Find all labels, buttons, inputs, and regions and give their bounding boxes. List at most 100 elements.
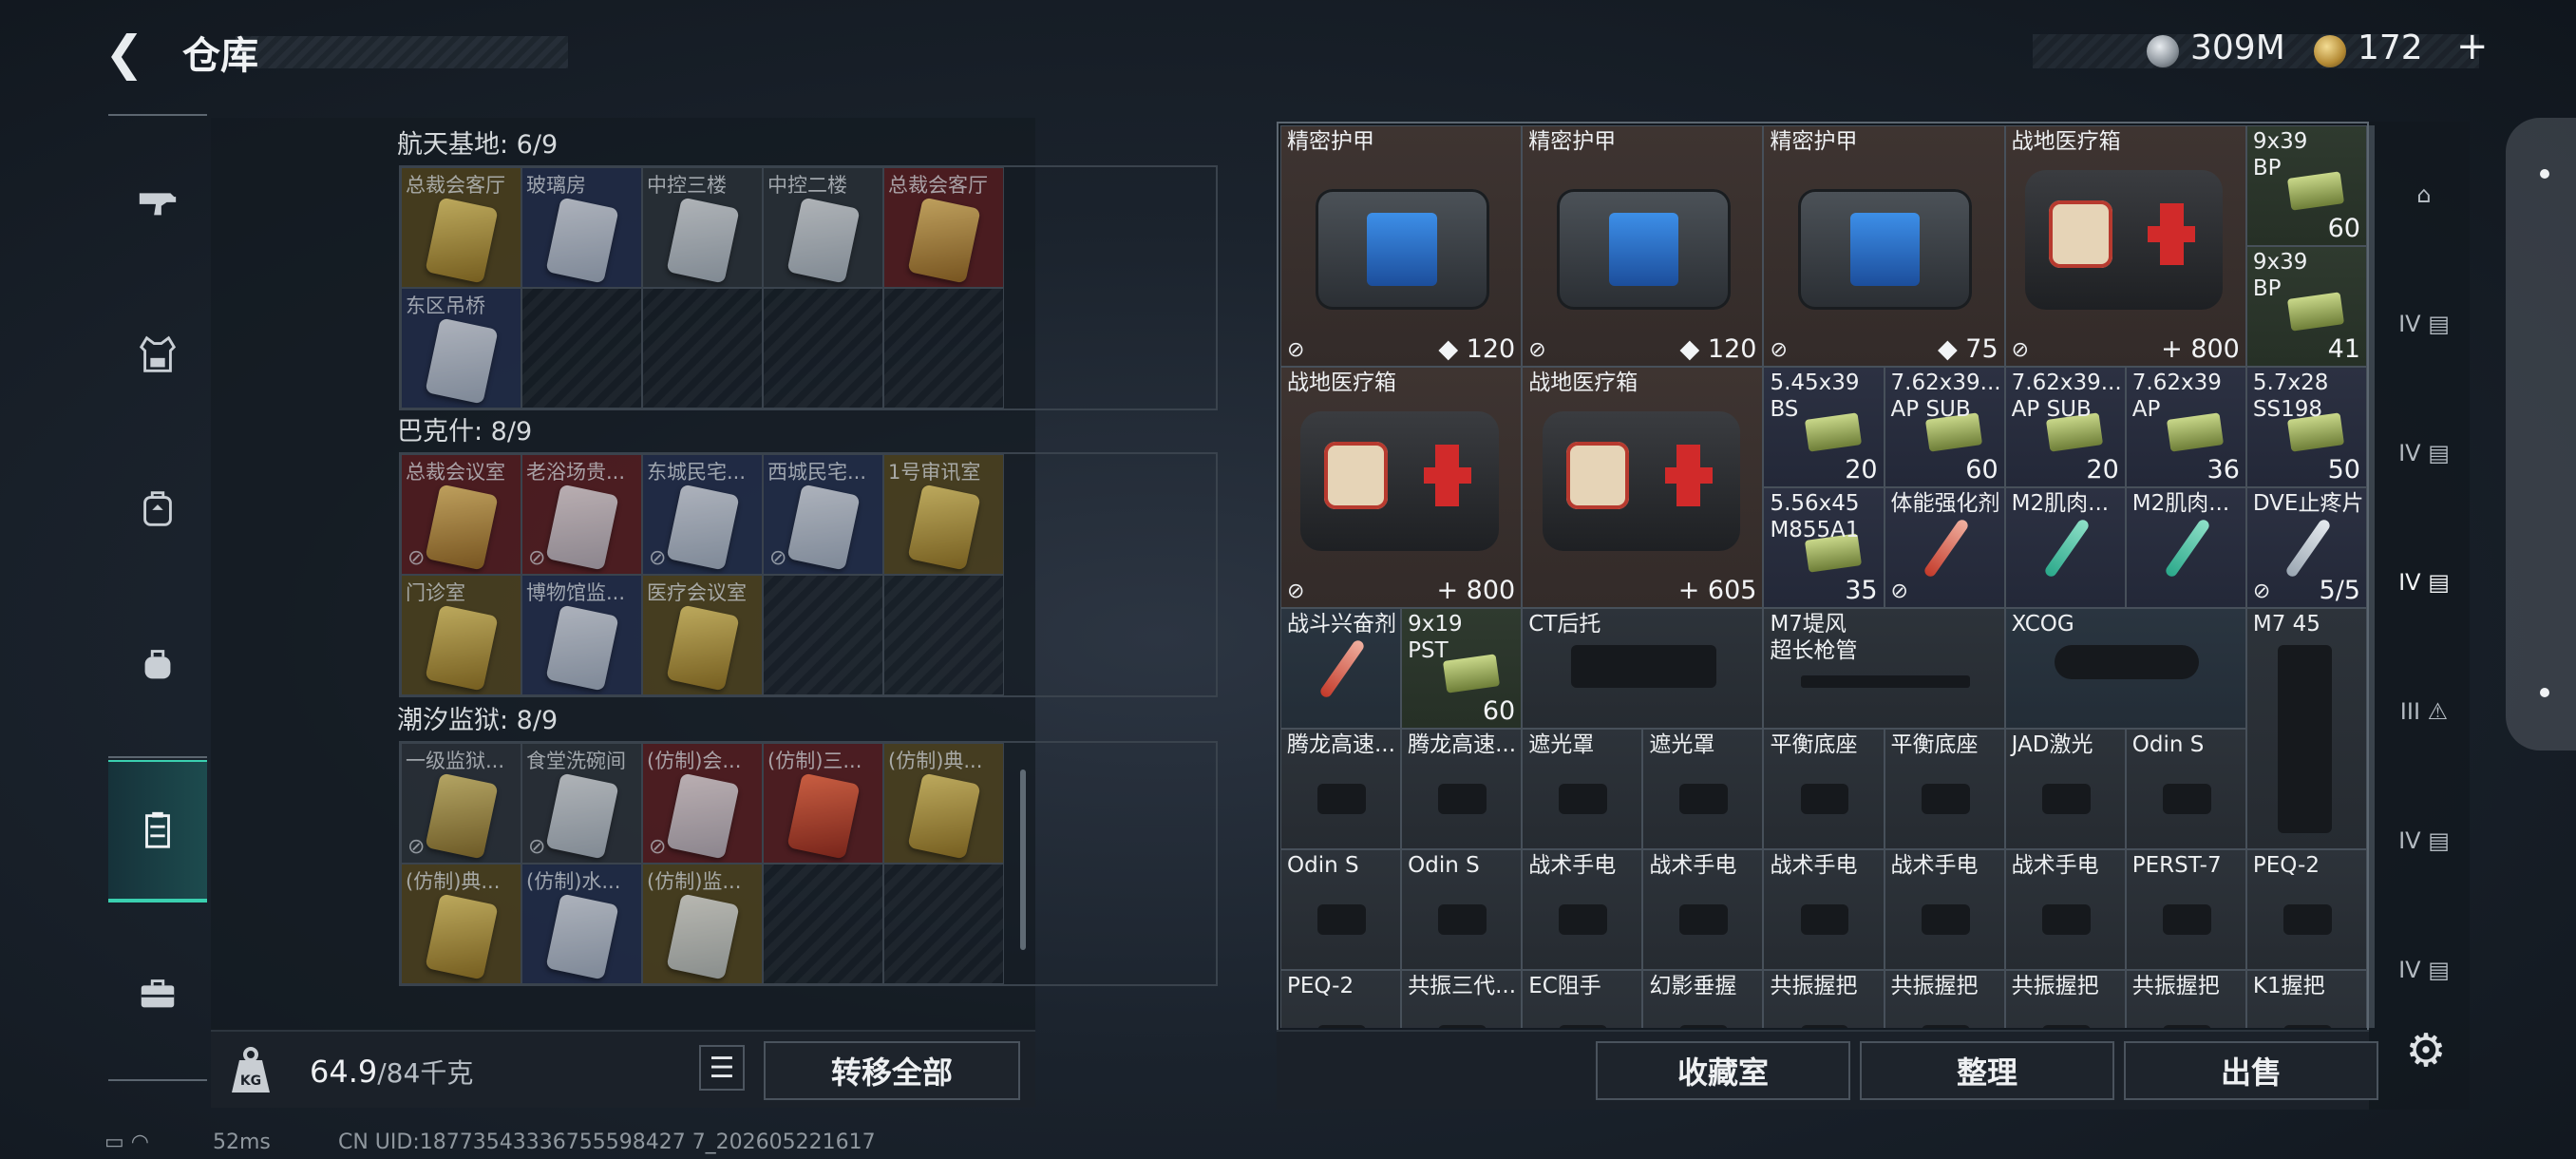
- key-card[interactable]: (仿制)典...: [883, 743, 1004, 864]
- storage-tab[interactable]: ⌂: [2382, 142, 2466, 247]
- settings-button[interactable]: ⚙: [2399, 1024, 2453, 1077]
- sort-button[interactable]: 整理: [1860, 1041, 2114, 1100]
- item-slot[interactable]: 战术手电: [1642, 849, 1764, 970]
- item-slot[interactable]: M2肌肉...: [2125, 487, 2246, 608]
- storage-tab[interactable]: IV ▤: [2382, 788, 2466, 893]
- nav-tools[interactable]: [108, 922, 207, 1064]
- item-slot[interactable]: Odin S: [2125, 729, 2246, 849]
- injector-icon: [2043, 517, 2092, 580]
- item-slot[interactable]: 战术手电: [2004, 849, 2126, 970]
- key-card[interactable]: (仿制)水...: [521, 864, 642, 984]
- item-slot[interactable]: 5.7x28 SS198 50: [2245, 367, 2367, 487]
- key-card[interactable]: 中控二楼: [763, 167, 883, 288]
- item-slot[interactable]: 精密护甲 ◆ 120 ⊘: [1280, 125, 1523, 367]
- item-slot[interactable]: M7 45: [2245, 608, 2367, 849]
- key-card[interactable]: 玻璃房: [521, 167, 642, 288]
- key-card[interactable]: 博物馆监...: [521, 575, 642, 695]
- item-slot[interactable]: 战地医疗箱 + 605: [1522, 367, 1764, 608]
- item-slot[interactable]: K1握把: [2245, 970, 2367, 1028]
- transfer-all-button[interactable]: 转移全部: [764, 1041, 1020, 1100]
- nav-weapons[interactable]: [108, 129, 207, 272]
- key-card[interactable]: (仿制)三...: [763, 743, 883, 864]
- item-slot[interactable]: 共振握把: [1763, 970, 1885, 1028]
- item-slot[interactable]: M7堤风 超长枪管: [1763, 608, 2005, 729]
- list-view-button[interactable]: ☰: [699, 1045, 745, 1091]
- key-card[interactable]: 总裁会客厅: [401, 167, 521, 288]
- item-slot[interactable]: 7.62x39... AP SUB 60: [1884, 367, 2005, 487]
- add-currency-button[interactable]: +: [2456, 25, 2489, 68]
- item-slot[interactable]: 5.45x39 BS 20: [1763, 367, 1885, 487]
- item-slot[interactable]: XCOG: [2004, 608, 2246, 729]
- key-card[interactable]: 食堂洗碗间 ⊘: [521, 743, 642, 864]
- key-card[interactable]: 门诊室: [401, 575, 521, 695]
- item-slot[interactable]: 幻影垂握: [1642, 970, 1764, 1028]
- item-slot[interactable]: 共振握把: [2004, 970, 2126, 1028]
- item-slot[interactable]: 战地医疗箱 + 800 ⊘: [2004, 125, 2246, 367]
- item-slot[interactable]: 7.62x39 AP 36: [2125, 367, 2246, 487]
- item-slot[interactable]: DVE止疼片 5/5 ⊘: [2245, 487, 2367, 608]
- item-slot[interactable]: 战斗兴奋剂: [1280, 608, 1402, 729]
- item-slot[interactable]: 遮光罩: [1522, 729, 1643, 849]
- item-quantity: 50: [2327, 455, 2360, 484]
- key-card[interactable]: 东城民宅... ⊘: [642, 454, 763, 575]
- collection-room-button[interactable]: 收藏室: [1596, 1041, 1850, 1100]
- item-slot[interactable]: 平衡底座: [1884, 729, 2005, 849]
- item-slot[interactable]: 9x19 PST 60: [1401, 608, 1523, 729]
- item-slot[interactable]: 战术手电: [1522, 849, 1643, 970]
- back-button[interactable]: ❮: [104, 27, 161, 80]
- key-card[interactable]: 一级监狱... ⊘: [401, 743, 521, 864]
- side-handle[interactable]: [2506, 118, 2576, 750]
- safe-box-icon: IV ▤: [2398, 311, 2450, 337]
- storage-tab[interactable]: IV ▤: [2382, 272, 2466, 376]
- item-slot[interactable]: PERST-7: [2125, 849, 2246, 970]
- key-card[interactable]: (仿制)典...: [401, 864, 521, 984]
- item-slot[interactable]: JAD激光: [2004, 729, 2126, 849]
- item-slot[interactable]: 体能强化剂 ⊘: [1884, 487, 2005, 608]
- nav-armor[interactable]: [108, 283, 207, 426]
- item-slot[interactable]: 9x39 BP 41: [2245, 246, 2367, 367]
- item-slot[interactable]: 平衡底座: [1763, 729, 1885, 849]
- item-slot[interactable]: 战术手电: [1884, 849, 2005, 970]
- item-slot[interactable]: 9x39 BP 60: [2245, 125, 2367, 246]
- nav-storage[interactable]: [108, 760, 207, 902]
- item-slot[interactable]: 战术手电: [1763, 849, 1885, 970]
- item-slot[interactable]: CT后托: [1522, 608, 1764, 729]
- left-scrollbar[interactable]: [1020, 770, 1026, 950]
- item-slot[interactable]: 共振握把: [2125, 970, 2246, 1028]
- item-slot[interactable]: 精密护甲 ◆ 120 ⊘: [1522, 125, 1764, 367]
- key-card[interactable]: 西城民宅... ⊘: [763, 454, 883, 575]
- item-slot[interactable]: EC阻手: [1522, 970, 1643, 1028]
- item-slot[interactable]: Odin S: [1280, 849, 1402, 970]
- key-card[interactable]: 东区吊桥: [401, 288, 521, 408]
- item-slot[interactable]: 7.62x39... AP SUB 20: [2004, 367, 2126, 487]
- item-quantity: 20: [1845, 455, 1878, 484]
- item-slot[interactable]: 5.56x45 M855A1 35: [1763, 487, 1885, 608]
- key-card[interactable]: 总裁会客厅: [883, 167, 1004, 288]
- storage-tab[interactable]: IV ▤: [2382, 918, 2466, 1022]
- storage-tab[interactable]: IV ▤: [2382, 401, 2466, 505]
- nav-bags[interactable]: [108, 593, 207, 735]
- item-slot[interactable]: PEQ-2: [1280, 970, 1402, 1028]
- item-slot[interactable]: 共振三代...: [1401, 970, 1523, 1028]
- item-slot[interactable]: 战地医疗箱 + 800 ⊘: [1280, 367, 1523, 608]
- key-card[interactable]: (仿制)会... ⊘: [642, 743, 763, 864]
- item-slot[interactable]: Odin S: [1401, 849, 1523, 970]
- item-slot[interactable]: 精密护甲 ◆ 75 ⊘: [1763, 125, 2005, 367]
- nav-backpacks[interactable]: [108, 437, 207, 580]
- section-title: 潮汐监狱: 8/9: [397, 706, 559, 735]
- key-card[interactable]: (仿制)监...: [642, 864, 763, 984]
- item-slot[interactable]: 共振握把: [1884, 970, 2005, 1028]
- item-slot[interactable]: PEQ-2: [2245, 849, 2367, 970]
- storage-tab[interactable]: III ⚠: [2382, 659, 2466, 764]
- item-slot[interactable]: M2肌肉...: [2004, 487, 2126, 608]
- item-slot[interactable]: 腾龙高速...: [1280, 729, 1402, 849]
- item-slot[interactable]: 腾龙高速...: [1401, 729, 1523, 849]
- sell-button[interactable]: 出售: [2124, 1041, 2378, 1100]
- storage-tab[interactable]: IV ▤: [2382, 530, 2466, 635]
- item-slot[interactable]: 遮光罩: [1642, 729, 1764, 849]
- key-card[interactable]: 老浴场贵... ⊘: [521, 454, 642, 575]
- key-card[interactable]: 中控三楼: [642, 167, 763, 288]
- key-card[interactable]: 1号审讯室: [883, 454, 1004, 575]
- key-card[interactable]: 总裁会议室 ⊘: [401, 454, 521, 575]
- key-card[interactable]: 医疗会议室: [642, 575, 763, 695]
